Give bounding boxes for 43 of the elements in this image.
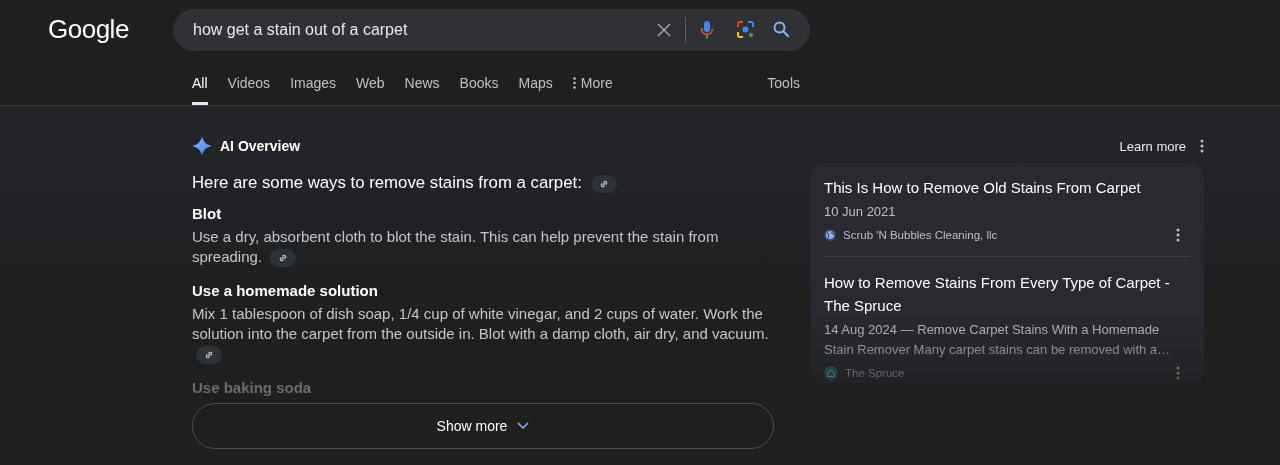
sparkle-icon	[192, 136, 212, 156]
camera-search-icon[interactable]	[736, 20, 755, 39]
globe-icon	[824, 229, 836, 241]
link-chip[interactable]	[590, 174, 617, 193]
source-title-link[interactable]: This Is How to Remove Old Stains From Carpet	[824, 176, 1190, 199]
chevron-down-icon	[517, 422, 530, 431]
link-icon	[204, 350, 214, 361]
source-snippet: 14 Aug 2024 — Remove Carpet Stains With a Homemade Stain Remover Many carpet stains can be removed with a…	[824, 321, 1172, 359]
section-heading: Blot	[192, 204, 223, 224]
house-icon	[824, 366, 838, 380]
show-more-button[interactable]: Show more	[192, 403, 774, 450]
search-tab[interactable]: News	[404, 60, 440, 105]
link-icon	[598, 178, 609, 189]
google-logo[interactable]: Google	[48, 13, 131, 45]
overview-intro: Here are some ways to remove stains from a carpet:	[192, 171, 772, 195]
source-site-name: Scrub 'N Bubbles Cleaning, llc	[843, 229, 998, 241]
microphone-icon[interactable]	[700, 19, 714, 40]
clear-icon[interactable]	[657, 22, 671, 37]
link-chip[interactable]	[196, 346, 222, 365]
more-tab[interactable]: More	[572, 60, 613, 105]
section-heading: Use a homemade solution	[192, 281, 379, 302]
search-tab[interactable]: Books	[459, 60, 499, 105]
section-text: Mix 1 tablespoon of dish soap, 1/4 cup of white vinegar, and 2 cups of water. Work the solution into the carpet from the outside in. Blot with a damp cloth, air dry, and vacuum.	[192, 304, 772, 365]
ai-overview-title: AI Overview	[220, 138, 301, 154]
more-options-icon[interactable]	[1176, 228, 1180, 242]
source-title-link[interactable]: How to Remove Stains From Every Type of Carpet - The Spruce	[824, 271, 1190, 317]
section-heading: Use baking soda	[192, 378, 313, 399]
more-options-icon[interactable]	[1200, 139, 1204, 153]
learn-more-link[interactable]: Learn more	[1119, 138, 1186, 154]
source-snippet: 10 Jun 2021	[824, 203, 897, 221]
more-vertical-icon	[572, 76, 576, 89]
search-tab[interactable]: Maps	[518, 60, 553, 105]
search-tab[interactable]: Images	[290, 60, 337, 105]
search-tab[interactable]: Web	[356, 60, 385, 105]
link-icon	[278, 253, 289, 264]
search-tab[interactable]: Videos	[227, 60, 271, 105]
search-field[interactable]: how get a stain out of a carpet	[193, 20, 657, 39]
link-chip[interactable]	[270, 249, 297, 268]
source-site-name: The Spruce	[845, 367, 905, 379]
search-bar[interactable]: how get a stain out of a carpet	[173, 8, 810, 51]
section-text: Use a dry, absorbent cloth to blot the stain. This can help prevent the stain from spreading.	[192, 227, 772, 268]
tools-button[interactable]: Tools	[767, 60, 800, 105]
search-icon[interactable]	[773, 21, 790, 38]
